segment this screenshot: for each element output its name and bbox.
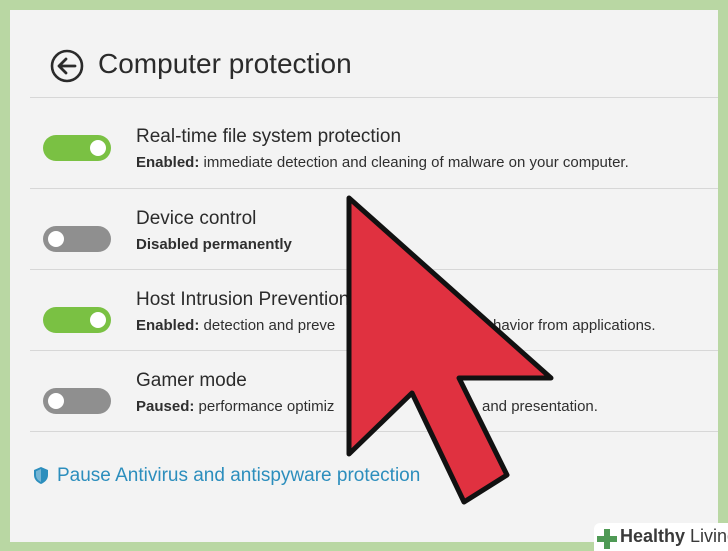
setting-title: Device control (136, 208, 257, 229)
setting-title: Gamer mode (136, 370, 247, 391)
setting-description-tail: havior from applications. (493, 317, 656, 334)
status-label: Paused: (136, 398, 195, 415)
plus-icon (597, 529, 617, 549)
back-arrow-icon[interactable] (50, 49, 84, 83)
watermark-logo: Healthy Living (594, 523, 728, 551)
toggle-knob (48, 393, 64, 409)
status-text: detection and preve (199, 317, 336, 334)
pause-protection-label: Pause Antivirus and antispyware protecti… (57, 465, 421, 486)
screenshot-frame: Computer protection Real-time file syste… (0, 0, 728, 551)
toggle-knob (90, 312, 106, 328)
setting-description: Paused: performance optimiz (136, 398, 334, 415)
shield-icon (34, 467, 48, 484)
page-title: Computer protection (98, 48, 352, 79)
device-control-toggle[interactable] (43, 226, 111, 252)
watermark-brand-light: Living (690, 526, 728, 546)
setting-row-gamer-mode: Gamer mode Paused: performance optimiz a… (10, 351, 718, 431)
status-text: immediate detection and cleaning of malw… (199, 154, 629, 171)
toggle-knob (48, 231, 64, 247)
status-text: performance optimiz (194, 398, 335, 415)
toggle-knob (90, 140, 106, 156)
watermark-brand-bold: Healthy (620, 526, 686, 546)
setting-title: Host Intrusion Prevention (136, 289, 350, 310)
setting-description: Disabled permanently (136, 236, 292, 253)
setting-row-device-control: Device control Disabled permanently (10, 189, 718, 269)
gamer-mode-toggle[interactable] (43, 388, 111, 414)
computer-protection-panel: Computer protection Real-time file syste… (10, 10, 718, 542)
setting-title: Real-time file system protection (136, 126, 402, 147)
watermark-text: Healthy Living (620, 526, 728, 547)
host-intrusion-prevention-toggle[interactable] (43, 307, 111, 333)
setting-row-real-time-protection: Real-time file system protection Enabled… (10, 98, 718, 178)
page-header: Computer protection (10, 10, 718, 98)
real-time-protection-toggle[interactable] (43, 135, 111, 161)
status-label: Enabled: (136, 317, 200, 334)
status-label: Disabled permanently (136, 236, 292, 253)
setting-description-tail: and presentation. (482, 398, 598, 415)
divider (30, 431, 718, 432)
status-label: Enabled: (136, 154, 200, 171)
setting-description: Enabled: immediate detection and cleanin… (136, 154, 629, 171)
setting-description: Enabled: detection and preve (136, 317, 335, 334)
setting-row-host-intrusion-prevention: Host Intrusion Prevention Enabled: detec… (10, 270, 718, 350)
